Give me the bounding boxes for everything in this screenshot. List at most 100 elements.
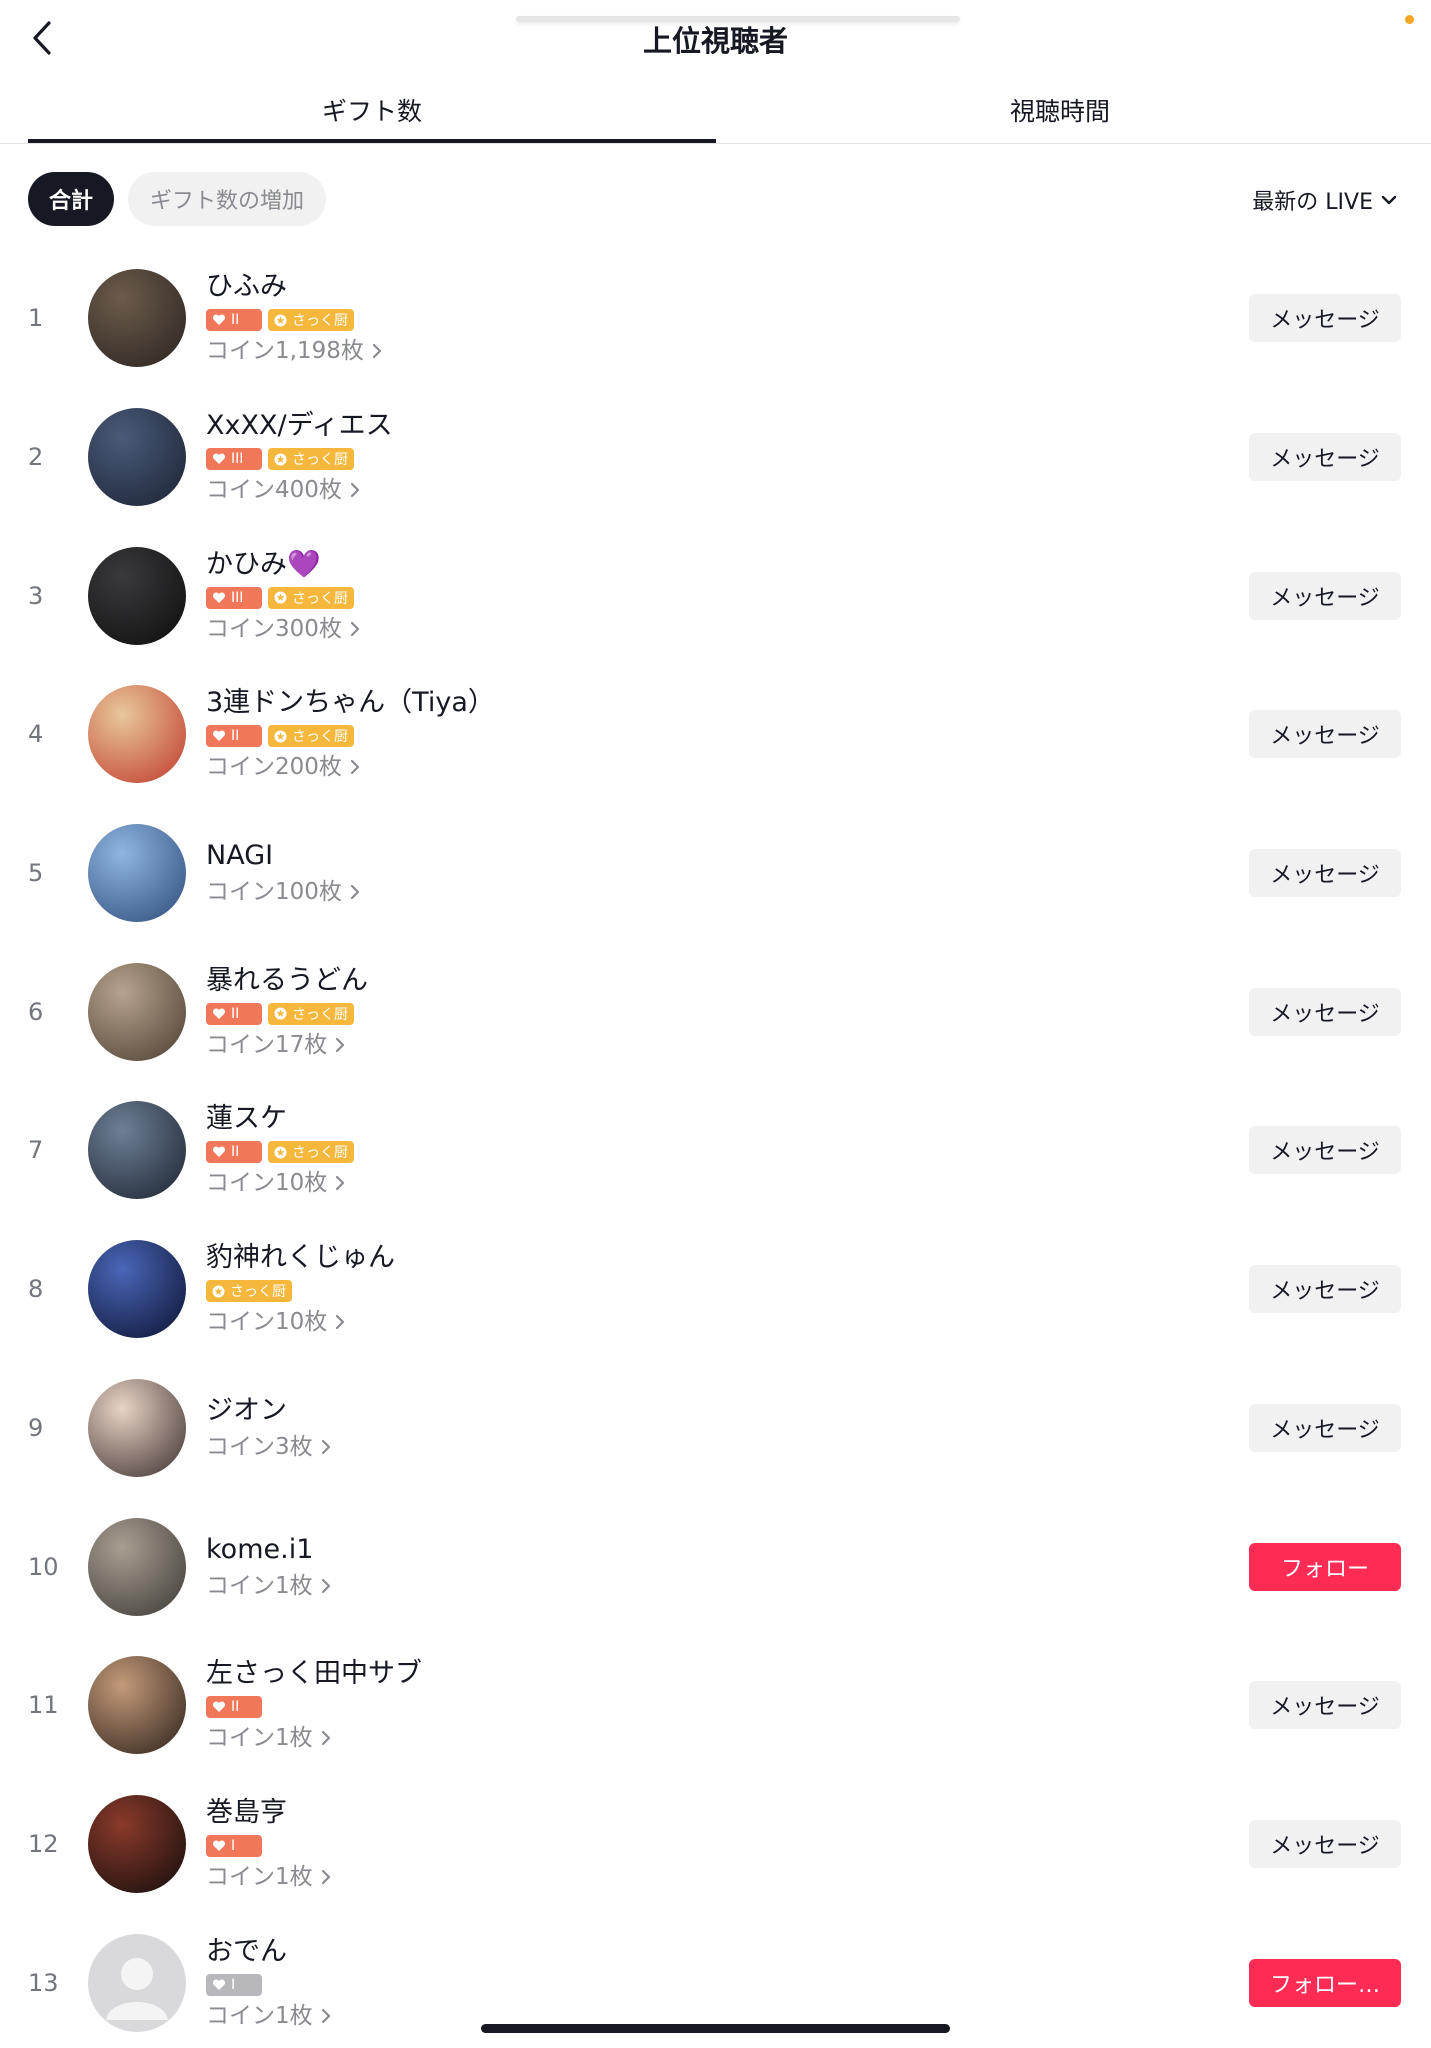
coin-count: コイン1枚: [206, 1863, 313, 1890]
live-select-dropdown[interactable]: 最新の LIVE: [1252, 184, 1397, 216]
avatar[interactable]: [88, 685, 186, 784]
avatar[interactable]: [88, 1933, 186, 2032]
chevron-right-icon: [321, 1869, 330, 1885]
avatar[interactable]: [88, 1101, 186, 1200]
fan-level-badge: II: [206, 1002, 262, 1025]
coin-count-link[interactable]: コイン17枚: [206, 1031, 368, 1059]
viewer-info: かひみ💜 III さっく厨 コイン300枚: [206, 549, 360, 643]
coin-count: コイン1枚: [206, 1572, 313, 1599]
viewer-row[interactable]: 8 豹神れくじゅん さっく厨 コイン10枚 メッセージ: [0, 1220, 1431, 1359]
viewer-row[interactable]: 7 蓮スケ II さっく厨 コイン10枚 メッセージ: [0, 1081, 1431, 1220]
tab-gift-count[interactable]: ギフト数: [28, 92, 716, 128]
viewer-row[interactable]: 9 ジオン コイン3枚 メッセージ: [0, 1359, 1431, 1498]
star-icon: [212, 1285, 225, 1298]
viewer-row[interactable]: 1 ひふみ II さっく厨 コイン1,198枚 メッセージ: [0, 249, 1431, 388]
message-button[interactable]: メッセージ: [1249, 849, 1401, 898]
tab-watch-time[interactable]: 視聴時間: [716, 92, 1404, 128]
viewer-row[interactable]: 3 かひみ💜 III さっく厨 コイン300枚 メッセージ: [0, 526, 1431, 665]
viewer-row[interactable]: 10 kome.i1 コイン1枚 フォロー: [0, 1497, 1431, 1636]
coin-count-link[interactable]: コイン200枚: [206, 753, 495, 781]
avatar[interactable]: [88, 546, 186, 645]
message-button[interactable]: メッセージ: [1249, 1265, 1401, 1314]
club-badge-text: さっく厨: [230, 1284, 286, 1301]
chip-total[interactable]: 合計: [28, 172, 114, 226]
avatar[interactable]: [88, 269, 186, 368]
top-viewers-list: 1 ひふみ II さっく厨 コイン1,198枚 メッセージ 2 XxXX/ディエ…: [0, 249, 1431, 2048]
chevron-right-icon: [350, 884, 360, 900]
header: 上位視聴者: [0, 0, 1431, 80]
fan-level-text: II: [231, 728, 240, 745]
club-badge: さっく厨: [268, 448, 354, 471]
avatar[interactable]: [88, 1240, 186, 1339]
coin-count-link[interactable]: コイン400枚: [206, 476, 393, 504]
coin-count-link[interactable]: コイン1枚: [206, 1724, 422, 1752]
viewer-row[interactable]: 4 3連ドンちゃん（Tiya） II さっく厨 コイン200枚 メッセージ: [0, 665, 1431, 804]
status-dot: [1405, 15, 1414, 24]
avatar[interactable]: [88, 962, 186, 1061]
coin-count-link[interactable]: コイン1枚: [206, 1572, 331, 1600]
username[interactable]: XxXX/ディエス: [206, 410, 393, 442]
club-badge-text: さっく厨: [292, 1006, 348, 1023]
avatar[interactable]: [88, 1517, 186, 1616]
username[interactable]: 巻島亨: [206, 1797, 331, 1829]
avatar[interactable]: [88, 408, 186, 507]
viewer-row[interactable]: 12 巻島亨 I コイン1枚 メッセージ: [0, 1775, 1431, 1914]
viewer-info: 暴れるうどん II さっく厨 コイン17枚: [206, 965, 368, 1059]
star-icon: [274, 1007, 287, 1020]
viewer-row[interactable]: 6 暴れるうどん II さっく厨 コイン17枚 メッセージ: [0, 942, 1431, 1081]
star-icon: [274, 314, 287, 327]
message-button[interactable]: メッセージ: [1249, 987, 1401, 1036]
username[interactable]: 左さっく田中サブ: [206, 1658, 422, 1690]
message-button[interactable]: メッセージ: [1249, 294, 1401, 343]
message-button[interactable]: メッセージ: [1249, 1819, 1401, 1868]
avatar[interactable]: [88, 824, 186, 923]
avatar[interactable]: [88, 1656, 186, 1755]
username[interactable]: kome.i1: [206, 1534, 331, 1566]
username[interactable]: おでん: [206, 1936, 331, 1968]
club-badge: さっく厨: [268, 586, 354, 609]
coin-count-link[interactable]: コイン300枚: [206, 615, 360, 643]
viewer-info: ジオン コイン3枚: [206, 1395, 331, 1461]
username[interactable]: NAGI: [206, 840, 360, 872]
message-button[interactable]: メッセージ: [1249, 433, 1401, 482]
username[interactable]: 蓮スケ: [206, 1103, 354, 1135]
username[interactable]: 暴れるうどん: [206, 965, 368, 997]
chip-gift-increase[interactable]: ギフト数の増加: [128, 172, 326, 226]
message-button[interactable]: メッセージ: [1249, 571, 1401, 620]
viewer-info: 巻島亨 I コイン1枚: [206, 1797, 331, 1891]
viewer-info: kome.i1 コイン1枚: [206, 1534, 331, 1600]
username[interactable]: ひふみ: [206, 271, 382, 303]
coin-count-link[interactable]: コイン1枚: [206, 2002, 331, 2030]
coin-count-link[interactable]: コイン1,198枚: [206, 337, 382, 365]
coin-count-link[interactable]: コイン1枚: [206, 1863, 331, 1891]
message-button[interactable]: メッセージ: [1249, 1681, 1401, 1730]
username[interactable]: ジオン: [206, 1395, 331, 1427]
message-button[interactable]: メッセージ: [1249, 710, 1401, 759]
username[interactable]: かひみ💜: [206, 549, 360, 581]
username[interactable]: 3連ドンちゃん（Tiya）: [206, 687, 495, 719]
home-indicator[interactable]: [481, 2024, 950, 2033]
viewer-row[interactable]: 5 NAGI コイン100枚 メッセージ: [0, 804, 1431, 943]
viewer-row[interactable]: 11 左さっく田中サブ II コイン1枚 メッセージ: [0, 1636, 1431, 1775]
coin-count-link[interactable]: コイン10枚: [206, 1169, 354, 1197]
coin-count-link[interactable]: コイン3枚: [206, 1433, 331, 1461]
tab-indicator: [28, 139, 716, 143]
username[interactable]: 豹神れくじゅん: [206, 1242, 395, 1274]
chevron-right-icon: [350, 482, 360, 498]
follow-button[interactable]: フォロー: [1249, 1542, 1401, 1591]
message-button[interactable]: メッセージ: [1249, 1403, 1401, 1452]
heart-icon: [212, 314, 226, 326]
rank-number: 8: [28, 1275, 44, 1304]
follow-button[interactable]: フォロー…: [1249, 1958, 1401, 2007]
fan-level-text: II: [231, 1699, 240, 1716]
coin-count: コイン1枚: [206, 2002, 313, 2029]
coin-count-link[interactable]: コイン100枚: [206, 878, 360, 906]
rank-number: 13: [28, 1968, 59, 1997]
coin-count-link[interactable]: コイン10枚: [206, 1308, 395, 1336]
club-badge: さっく厨: [268, 309, 354, 332]
viewer-row[interactable]: 2 XxXX/ディエス III さっく厨 コイン400枚 メッセージ: [0, 388, 1431, 527]
avatar[interactable]: [88, 1378, 186, 1477]
avatar[interactable]: [88, 1794, 186, 1893]
club-badge-text: さっく厨: [292, 452, 348, 469]
message-button[interactable]: メッセージ: [1249, 1126, 1401, 1175]
